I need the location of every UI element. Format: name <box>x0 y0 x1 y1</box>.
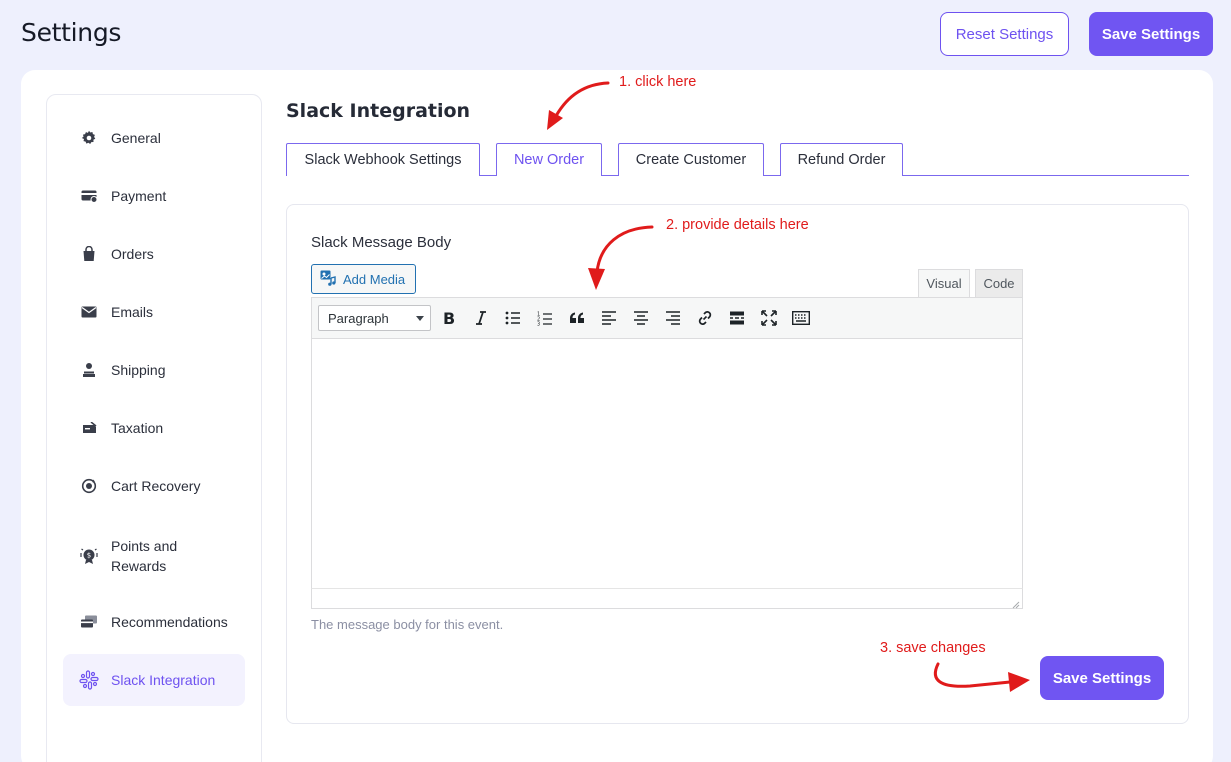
add-media-button[interactable]: Add Media <box>311 264 416 294</box>
align-left-icon[interactable] <box>599 308 619 328</box>
link-icon[interactable] <box>695 308 715 328</box>
svg-text:B: B <box>443 310 455 326</box>
toolbar-toggle-icon[interactable] <box>791 308 811 328</box>
save-settings-bottom-button[interactable]: Save Settings <box>1040 656 1164 700</box>
reset-settings-button[interactable]: Reset Settings <box>940 12 1069 56</box>
sidebar-item-slack-integration[interactable]: Slack Integration <box>63 654 245 706</box>
sidebar-item-shipping[interactable]: Shipping <box>63 344 245 396</box>
media-icon <box>320 270 337 289</box>
sidebar-item-recommendations[interactable]: Recommendations <box>63 596 245 648</box>
align-center-icon[interactable] <box>631 308 651 328</box>
read-more-icon[interactable] <box>727 308 747 328</box>
format-select-value: Paragraph <box>328 310 389 326</box>
fullscreen-icon[interactable] <box>759 308 779 328</box>
sidebar-item-payment[interactable]: Payment <box>63 170 245 222</box>
add-media-label: Add Media <box>343 271 406 287</box>
recommendation-cards-icon <box>79 612 99 632</box>
sidebar-item-label: Emails <box>111 304 154 320</box>
editor-code-tab[interactable]: Code <box>975 269 1023 298</box>
tax-ticket-icon <box>79 418 99 438</box>
editor-toolbar: Paragraph B 123 <box>311 297 1023 339</box>
sidebar-item-label: Taxation <box>111 420 164 436</box>
sidebar-item-points-and-rewards[interactable]: $ Points and Rewards <box>63 528 245 584</box>
sidebar-item-label: Orders <box>111 246 154 262</box>
sidebar-item-cart-recovery[interactable]: Cart Recovery <box>63 460 245 512</box>
tab-new-order[interactable]: New Order <box>496 143 602 176</box>
bullet-list-icon[interactable] <box>503 308 523 328</box>
slack-message-body-label: Slack Message Body <box>311 234 452 251</box>
help-text: The message body for this event. <box>311 617 504 632</box>
tab-create-customer[interactable]: Create Customer <box>618 143 764 176</box>
italic-icon[interactable] <box>471 308 491 328</box>
shipping-person-icon <box>79 360 99 380</box>
sidebar-item-label: General <box>111 130 161 146</box>
sidebar-item-label: Payment <box>111 188 167 204</box>
section-title: Slack Integration <box>286 100 471 122</box>
sidebar-item-label: Slack Integration <box>111 672 216 688</box>
svg-text:3: 3 <box>537 321 540 326</box>
annotation-step-2: 2. provide details here <box>666 217 809 233</box>
settings-sidebar: General Payment Orders Emails Shipping T… <box>46 94 262 762</box>
annotation-step-3: 3. save changes <box>880 640 986 656</box>
cart-recovery-icon <box>79 476 99 496</box>
save-settings-button[interactable]: Save Settings <box>1089 12 1213 56</box>
shopping-bag-icon <box>79 244 99 264</box>
editor-statusbar <box>311 588 1023 609</box>
editor-visual-tab[interactable]: Visual <box>918 269 970 298</box>
message-body-editor[interactable] <box>311 338 1023 589</box>
format-select[interactable]: Paragraph <box>318 305 431 331</box>
align-right-icon[interactable] <box>663 308 683 328</box>
sidebar-item-orders[interactable]: Orders <box>63 228 245 280</box>
envelope-icon <box>79 302 99 322</box>
resize-handle-icon[interactable] <box>1010 596 1020 609</box>
sidebar-item-label: Recommendations <box>111 614 228 630</box>
sidebar-item-label: Points and Rewards <box>111 538 178 574</box>
bold-icon[interactable]: B <box>439 308 459 328</box>
sidebar-item-emails[interactable]: Emails <box>63 286 245 338</box>
tab-slack-webhook-settings[interactable]: Slack Webhook Settings <box>286 143 480 176</box>
gear-icon <box>79 128 99 148</box>
svg-text:$: $ <box>87 552 91 560</box>
blockquote-icon[interactable] <box>567 308 587 328</box>
reward-badge-icon: $ <box>79 546 99 566</box>
chevron-down-icon <box>416 316 424 321</box>
sidebar-item-label: Shipping <box>111 362 166 378</box>
credit-card-icon <box>79 186 99 206</box>
sidebar-item-taxation[interactable]: Taxation <box>63 402 245 454</box>
slack-icon <box>79 670 99 690</box>
numbered-list-icon[interactable]: 123 <box>535 308 555 328</box>
tab-refund-order[interactable]: Refund Order <box>780 143 903 176</box>
sidebar-item-general[interactable]: General <box>63 112 245 164</box>
page-title: Settings <box>21 18 122 47</box>
sidebar-item-label: Cart Recovery <box>111 478 201 494</box>
annotation-step-1: 1. click here <box>619 74 697 90</box>
